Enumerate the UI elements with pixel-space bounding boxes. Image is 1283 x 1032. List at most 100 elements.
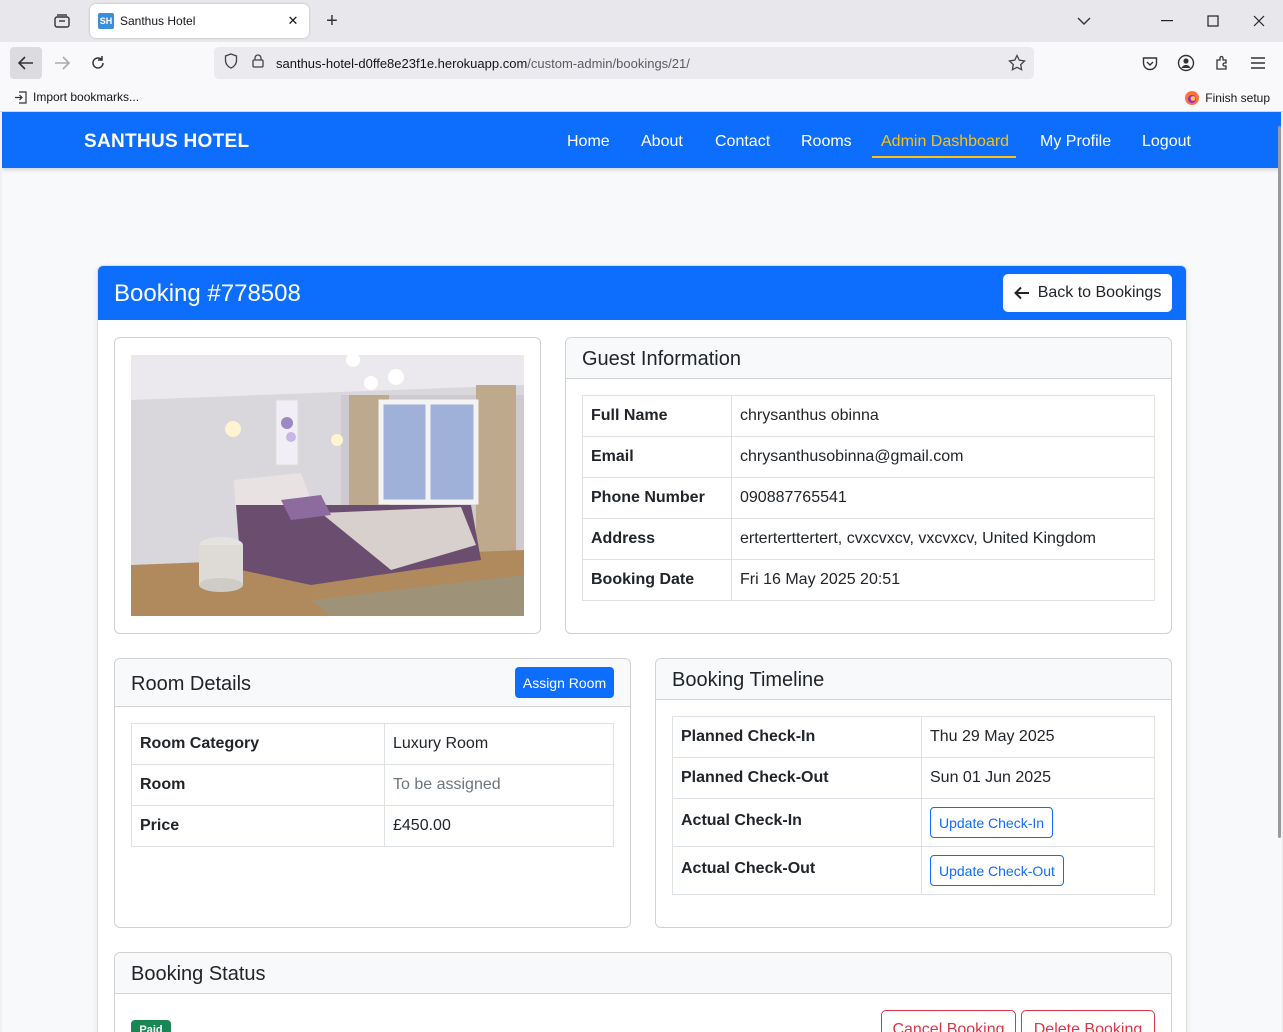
price-value: £450.00: [384, 805, 614, 847]
page-title: Booking #778508: [114, 280, 301, 307]
site-navbar: SANTHUS HOTEL Home About Contact Rooms A…: [2, 112, 1281, 168]
extensions-icon[interactable]: [1213, 54, 1231, 72]
update-check-out-button[interactable]: Update Check-Out: [930, 855, 1064, 886]
booking-status-header: Booking Status: [115, 953, 1171, 994]
new-tab-icon[interactable]: +: [320, 10, 344, 32]
room-value: To be assigned: [384, 764, 614, 806]
site-brand[interactable]: SANTHUS HOTEL: [84, 131, 249, 153]
assign-room-button[interactable]: Assign Room: [515, 667, 614, 698]
maximize-icon[interactable]: [1200, 8, 1226, 34]
tab-title: Santhus Hotel: [120, 14, 196, 28]
menu-hamburger-icon[interactable]: [1249, 54, 1267, 72]
email-value: chrysanthusobinna@gmail.com: [731, 436, 1155, 478]
booking-timeline-panel: Booking Timeline Planned Check-In Thu 29 …: [655, 658, 1172, 928]
booking-timeline-title: Booking Timeline: [672, 669, 825, 691]
full-name-label: Full Name: [582, 395, 732, 437]
email-label: Email: [582, 436, 732, 478]
finish-setup-link[interactable]: Finish setup: [1184, 90, 1270, 106]
room-photo: [131, 355, 524, 616]
active-nav-underline: [872, 156, 1016, 158]
browser-toolbar: santhus-hotel-d0ffe8e23f1e.herokuapp.com…: [0, 42, 1283, 84]
guest-information-title: Guest Information: [582, 348, 741, 370]
url-path: /custom-admin/bookings/21/: [527, 55, 690, 71]
back-to-bookings-button[interactable]: Back to Bookings: [1003, 274, 1172, 312]
table-row: Email chrysanthusobinna@gmail.com: [582, 436, 1155, 478]
lock-icon[interactable]: [252, 53, 264, 73]
site-favicon-icon: SH: [98, 13, 114, 29]
back-arrow-icon[interactable]: [10, 47, 42, 79]
nav-rooms[interactable]: Rooms: [801, 133, 852, 151]
room-details-panel: Room Details Assign Room Room Category Lu…: [114, 658, 631, 928]
booking-timeline-table: Planned Check-In Thu 29 May 2025 Planned …: [672, 716, 1155, 895]
address-label: Address: [582, 518, 732, 560]
room-image-panel: [114, 337, 541, 634]
nav-contact[interactable]: Contact: [715, 133, 770, 151]
import-bookmarks-link[interactable]: Import bookmarks...: [14, 90, 139, 104]
account-icon[interactable]: [1177, 54, 1195, 72]
window-close-icon[interactable]: [1246, 8, 1272, 34]
bookmark-star-icon[interactable]: [1008, 54, 1026, 77]
planned-check-in-label: Planned Check-In: [672, 716, 922, 758]
full-name-value: chrysanthus obinna: [731, 395, 1155, 437]
reload-icon[interactable]: [82, 47, 114, 79]
firefox-logo-icon: [1185, 91, 1200, 105]
tab-overview-icon[interactable]: [50, 10, 74, 32]
price-label: Price: [131, 805, 385, 847]
table-row: Room Category Luxury Room: [131, 723, 614, 765]
url-text[interactable]: santhus-hotel-d0ffe8e23f1e.herokuapp.com…: [276, 56, 690, 71]
address-value: erterterttertert, cvxcvxcv, vxcvxcv, Uni…: [731, 518, 1155, 560]
url-host: santhus-hotel-d0ffe8e23f1e.herokuapp.com: [276, 55, 528, 71]
address-bar[interactable]: santhus-hotel-d0ffe8e23f1e.herokuapp.com…: [214, 47, 1034, 79]
cancel-booking-button[interactable]: Cancel Booking: [881, 1010, 1016, 1032]
table-row: Actual Check-Out Update Check-Out: [672, 846, 1155, 895]
arrow-left-icon: [1013, 286, 1029, 300]
table-row: Actual Check-In Update Check-In: [672, 798, 1155, 847]
minimize-icon[interactable]: [1154, 8, 1180, 34]
booking-header: Booking #778508 Back to Bookings: [98, 266, 1186, 320]
table-row: Full Name chrysanthus obinna: [582, 395, 1155, 437]
table-row: Phone Number 090887765541: [582, 477, 1155, 519]
browser-tab[interactable]: SH Santhus Hotel ✕: [90, 4, 309, 38]
planned-check-out-value: Sun 01 Jun 2025: [921, 757, 1155, 799]
bookmarks-toolbar: Import bookmarks... Finish setup: [0, 84, 1283, 112]
booking-detail-card: Booking #778508 Back to Bookings Guest I…: [97, 265, 1187, 1032]
nav-home[interactable]: Home: [567, 133, 610, 151]
guest-information-header: Guest Information: [566, 338, 1171, 379]
finish-setup-label: Finish setup: [1205, 91, 1270, 105]
update-check-in-button[interactable]: Update Check-In: [930, 807, 1054, 838]
booking-date-value: Fri 16 May 2025 20:51: [731, 559, 1155, 601]
room-label: Room: [131, 764, 385, 806]
room-details-table: Room Category Luxury Room Room To be assig…: [131, 723, 614, 847]
delete-booking-button[interactable]: Delete Booking: [1021, 1010, 1155, 1032]
browser-tab-bar: SH Santhus Hotel ✕ +: [0, 0, 1283, 42]
room-details-title: Room Details: [131, 673, 252, 695]
planned-check-in-value: Thu 29 May 2025: [921, 716, 1155, 758]
table-row: Room To be assigned: [131, 764, 614, 806]
table-row: Planned Check-Out Sun 01 Jun 2025: [672, 757, 1155, 799]
tab-close-icon[interactable]: ✕: [285, 13, 301, 29]
table-row: Price £450.00: [131, 805, 614, 847]
room-category-label: Room Category: [131, 723, 385, 765]
import-icon: [15, 90, 27, 104]
forward-arrow-icon[interactable]: [46, 47, 78, 79]
pocket-icon[interactable]: [1141, 54, 1159, 72]
tracking-shield-icon[interactable]: [224, 52, 238, 74]
table-row: Planned Check-In Thu 29 May 2025: [672, 716, 1155, 758]
phone-value: 090887765541: [731, 477, 1155, 519]
table-row: Address erterterttertert, cvxcvxcv, vxcvx…: [582, 518, 1155, 560]
guest-information-panel: Guest Information Full Name chrysanthus o…: [565, 337, 1172, 634]
phone-label: Phone Number: [582, 477, 732, 519]
room-category-value: Luxury Room: [384, 723, 614, 765]
back-to-bookings-label: Back to Bookings: [1037, 284, 1162, 301]
nav-admin-dashboard[interactable]: Admin Dashboard: [881, 133, 1009, 151]
planned-check-out-label: Planned Check-Out: [672, 757, 922, 799]
room-details-header: Room Details Assign Room: [115, 659, 630, 707]
nav-my-profile[interactable]: My Profile: [1040, 133, 1111, 151]
booking-status-panel: Booking Status Paid Cancel Booking Delet…: [114, 952, 1172, 1032]
tab-list-chevron-down-icon[interactable]: [1071, 8, 1097, 34]
nav-logout[interactable]: Logout: [1142, 133, 1191, 151]
guest-info-table: Full Name chrysanthus obinna Email chrysan…: [582, 395, 1155, 601]
nav-about[interactable]: About: [641, 133, 683, 151]
booking-timeline-header: Booking Timeline: [656, 659, 1171, 700]
page-scrollbar[interactable]: [1278, 126, 1281, 838]
